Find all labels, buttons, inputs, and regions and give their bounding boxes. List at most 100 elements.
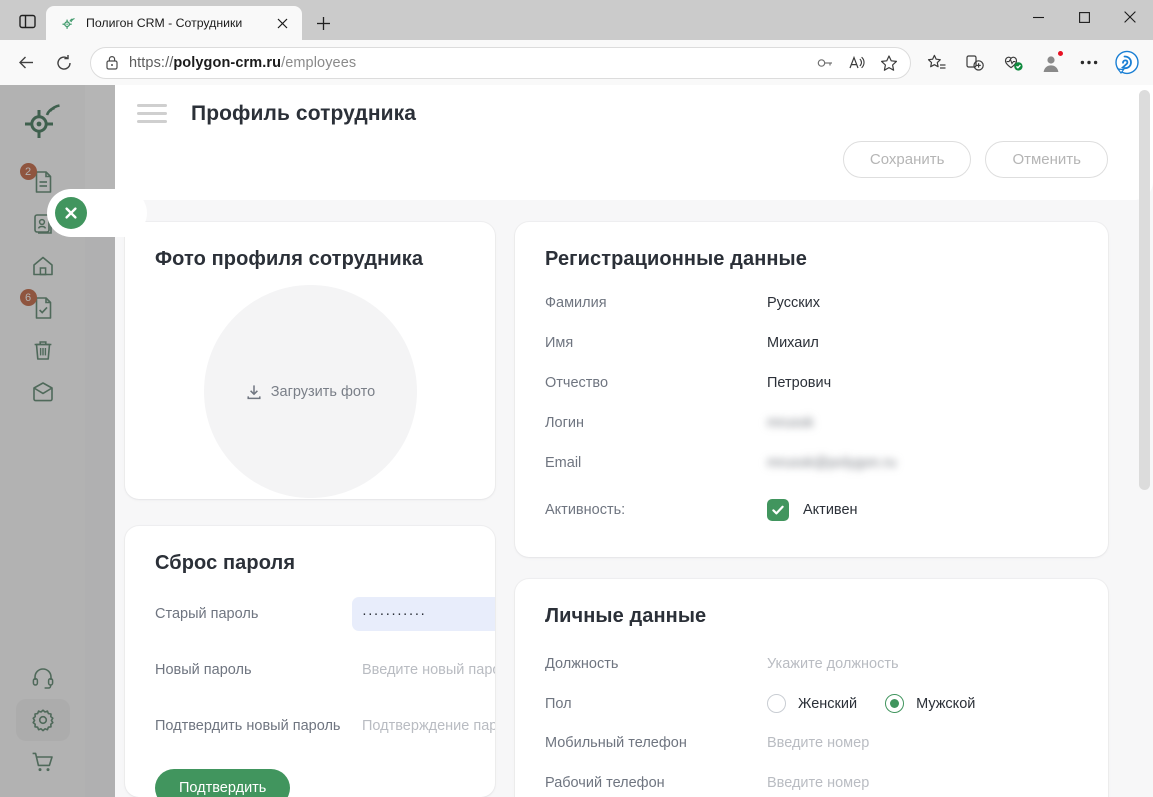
page-body: Фото профиля сотрудника Загрузить фото С…: [85, 200, 1153, 797]
copilot-icon[interactable]: [1109, 45, 1145, 81]
lock-icon: [105, 55, 119, 70]
confirm-password-button[interactable]: Подтвердить: [155, 768, 291, 797]
upload-photo-label: Загрузить фото: [270, 383, 376, 400]
hamburger-menu-icon[interactable]: [137, 99, 167, 128]
reset-password-card: Сброс пароля Старый пароль Новый пароль …: [125, 525, 495, 797]
position-label: Должность: [545, 656, 619, 672]
cancel-button[interactable]: Отменить: [985, 141, 1108, 178]
gender-female-radio[interactable]: [767, 694, 786, 713]
browser-window: Полигон CRM - Сотрудники https://polygon…: [0, 0, 1153, 797]
maximize-button[interactable]: [1061, 0, 1107, 34]
right-column: Регистрационные данные Фамилия Русских И…: [515, 222, 1108, 797]
work-phone-label: Рабочий телефон: [545, 775, 665, 791]
tab-title: Полигон CRM - Сотрудники: [86, 16, 243, 30]
photo-circle-wrap: Загрузить фото: [155, 285, 465, 498]
refresh-icon[interactable]: [46, 45, 82, 81]
mobile-phone-label: Мобильный телефон: [545, 735, 687, 751]
confirm-password-input[interactable]: [352, 708, 495, 743]
reset-password-title: Сброс пароля: [155, 551, 296, 574]
page-header-actions: Сохранить Отменить: [137, 141, 1108, 178]
page-header-top: Профиль сотрудника: [137, 99, 1108, 128]
profile-notification-dot: [1057, 49, 1064, 57]
upload-photo-button[interactable]: Загрузить фото: [203, 285, 417, 498]
gender-male-label: Мужской: [916, 695, 976, 712]
work-phone-input[interactable]: Введите номер: [767, 775, 869, 791]
download-upload-icon: [245, 383, 263, 401]
row-work-phone: Рабочий телефон Введите номер: [545, 775, 1078, 791]
profile-avatar-icon[interactable]: [1033, 45, 1069, 81]
email-value[interactable]: mrussk@polygon.ru: [767, 455, 896, 471]
address-bar[interactable]: https://polygon-crm.ru/employees: [90, 46, 911, 79]
surname-label: Фамилия: [545, 295, 607, 311]
old-password-label: Старый пароль: [155, 605, 259, 622]
firstname-label: Имя: [545, 335, 574, 351]
surname-value[interactable]: Русских: [767, 295, 820, 311]
photo-card: Фото профиля сотрудника Загрузить фото: [125, 222, 495, 499]
gender-male-radio[interactable]: [885, 694, 905, 713]
registration-card: Регистрационные данные Фамилия Русских И…: [515, 222, 1108, 557]
gender-label: Пол: [545, 695, 572, 712]
form-row-old-password: Старый пароль: [155, 596, 495, 631]
overlay-close-pill[interactable]: [47, 189, 147, 237]
tab-actions-icon[interactable]: [8, 4, 46, 38]
gender-radio-group: Женский Мужской: [767, 694, 991, 713]
photo-card-title: Фото профиля сотрудника: [155, 248, 424, 270]
close-circle-icon[interactable]: [55, 197, 87, 229]
page-title: Профиль сотрудника: [191, 101, 417, 125]
browser-essentials-icon[interactable]: [995, 45, 1031, 81]
confirm-password-label: Подтвердить новый пароль: [155, 717, 341, 734]
tab-close-icon[interactable]: [270, 11, 294, 35]
login-label: Логин: [545, 415, 584, 431]
gender-female-label: Женский: [798, 695, 858, 712]
position-input[interactable]: Укажите должность: [767, 656, 899, 672]
left-column: Фото профиля сотрудника Загрузить фото С…: [125, 222, 495, 797]
row-firstname: Имя Михаил: [545, 335, 1078, 351]
crm-app: 2 6 Профиль сотрудника Сохранить Отменит…: [0, 85, 1153, 797]
more-options-icon[interactable]: [1071, 45, 1107, 81]
address-bar-url: https://polygon-crm.ru/employees: [129, 54, 357, 71]
old-password-input[interactable]: [352, 596, 495, 631]
row-surname: Фамилия Русских: [545, 295, 1078, 311]
polygon-crm-favicon: [60, 15, 77, 32]
row-patronymic: Отчество Петрович: [545, 375, 1078, 391]
row-activity: Активность: Активен: [545, 499, 1078, 521]
row-login: Логин mrussk: [545, 415, 1078, 431]
personal-card-title: Личные данные: [545, 605, 707, 627]
browser-titlebar: Полигон CRM - Сотрудники: [0, 0, 1153, 40]
login-value[interactable]: mrussk: [767, 415, 814, 431]
key-icon[interactable]: [810, 49, 840, 77]
new-password-input[interactable]: [352, 652, 495, 687]
page-scrollbar[interactable]: [1139, 87, 1150, 795]
window-close-button[interactable]: [1107, 0, 1153, 34]
read-aloud-icon[interactable]: [842, 49, 872, 77]
registration-card-title: Регистрационные данные: [545, 248, 807, 270]
firstname-value[interactable]: Михаил: [767, 335, 819, 351]
personal-card: Личные данные Должность Укажите должност…: [515, 579, 1108, 797]
favorite-star-icon[interactable]: [874, 49, 904, 77]
mobile-phone-input[interactable]: Введите номер: [767, 735, 869, 751]
form-row-new-password: Новый пароль: [155, 652, 495, 687]
activity-label: Активность:: [545, 502, 626, 518]
back-arrow-icon[interactable]: [8, 45, 44, 81]
new-tab-button[interactable]: [308, 8, 338, 38]
form-row-confirm-password: Подтвердить новый пароль: [155, 708, 495, 743]
row-gender: Пол Женский Мужской: [545, 694, 1078, 713]
page-scrollbar-thumb[interactable]: [1139, 90, 1150, 490]
browser-tab[interactable]: Полигон CRM - Сотрудники: [46, 6, 302, 40]
web-content: 2 6 Профиль сотрудника Сохранить Отменит…: [0, 85, 1153, 797]
address-bar-actions: [810, 49, 904, 77]
page-header: Профиль сотрудника Сохранить Отменить: [85, 85, 1153, 200]
minimize-button[interactable]: [1015, 0, 1061, 34]
row-position: Должность Укажите должность: [545, 656, 1078, 672]
app-main: Профиль сотрудника Сохранить Отменить Фо…: [85, 85, 1153, 797]
split-screen-icon[interactable]: [957, 45, 993, 81]
new-password-label: Новый пароль: [155, 661, 252, 678]
row-email: Email mrussk@polygon.ru: [545, 455, 1078, 471]
browser-toolbar: https://polygon-crm.ru/employees: [0, 40, 1153, 85]
patronymic-label: Отчество: [545, 375, 609, 391]
activity-checkbox[interactable]: [767, 499, 789, 521]
save-button[interactable]: Сохранить: [842, 141, 972, 178]
window-controls: [1015, 0, 1153, 40]
collections-star-icon[interactable]: [919, 45, 955, 81]
patronymic-value[interactable]: Петрович: [767, 375, 831, 391]
